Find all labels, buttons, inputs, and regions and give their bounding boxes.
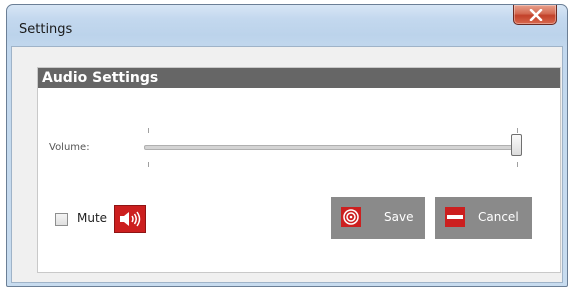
minus-icon xyxy=(447,215,463,219)
close-icon xyxy=(529,9,543,21)
save-button[interactable]: Save xyxy=(331,197,425,239)
speaker-button[interactable] xyxy=(114,205,146,233)
mute-checkbox[interactable] xyxy=(55,213,68,226)
volume-slider-track[interactable] xyxy=(144,145,522,150)
window-title: Settings xyxy=(19,22,73,37)
cancel-button[interactable]: Cancel xyxy=(435,197,532,239)
slider-tick xyxy=(517,162,518,167)
audio-settings-panel: Audio Settings Volume: Mute Save Cancel xyxy=(37,67,561,273)
settings-window: Settings Audio Settings Volume: Mute Sav… xyxy=(6,4,568,287)
client-area: Audio Settings Volume: Mute Save Cancel xyxy=(11,46,563,283)
speaker-icon xyxy=(120,211,141,227)
volume-slider-thumb[interactable] xyxy=(511,134,522,156)
slider-tick xyxy=(148,128,149,133)
panel-header: Audio Settings xyxy=(38,68,560,88)
save-label: Save xyxy=(384,210,414,224)
target-icon xyxy=(343,209,359,225)
close-button[interactable] xyxy=(513,5,557,25)
slider-tick xyxy=(148,162,149,167)
cancel-icon-box xyxy=(445,207,465,227)
mute-label[interactable]: Mute xyxy=(77,211,107,225)
title-bar[interactable]: Settings xyxy=(7,5,567,43)
volume-label: Volume: xyxy=(49,142,90,153)
save-icon-box xyxy=(341,207,361,227)
cancel-label: Cancel xyxy=(478,210,519,224)
slider-tick xyxy=(517,128,518,133)
